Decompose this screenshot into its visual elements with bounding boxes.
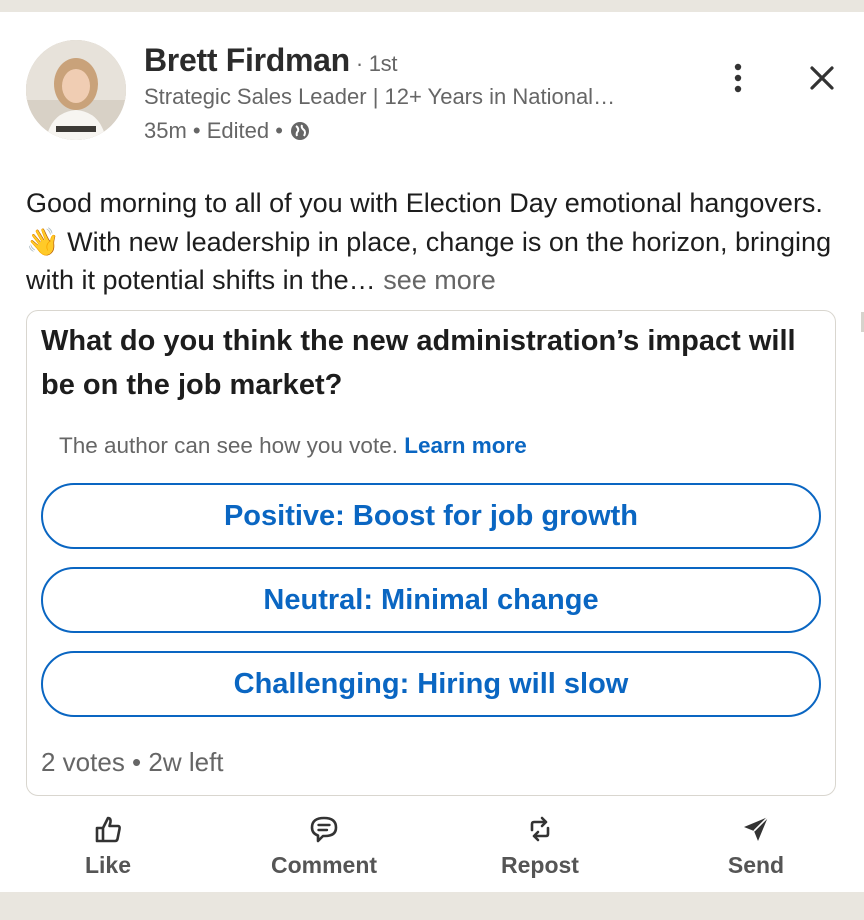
thumbs-up-icon — [95, 816, 121, 843]
like-button[interactable]: Like — [58, 812, 158, 884]
more-vertical-icon — [734, 63, 742, 93]
poll-option-challenging[interactable]: Challenging: Hiring will slow — [41, 651, 821, 717]
author-name[interactable]: Brett Firdman — [144, 42, 350, 78]
connection-degree: · 1st — [355, 51, 398, 76]
avatar-photo — [26, 40, 126, 140]
like-label: Like — [84, 852, 132, 878]
poll-notice: The author can see how you vote. Learn m… — [59, 433, 527, 459]
author-headline: Strategic Sales Leader | 12+ Years in Na… — [144, 84, 616, 109]
send-icon — [744, 816, 769, 841]
globe-icon — [290, 122, 309, 140]
comment-label: Comment — [270, 852, 378, 878]
poll-question: What do you think the new administration… — [41, 325, 796, 401]
poll: What do you think the new administration… — [26, 310, 836, 796]
more-options-button[interactable] — [722, 56, 754, 100]
poll-status: 2 votes • 2w left — [41, 747, 224, 777]
send-label: Send — [727, 852, 785, 878]
repost-icon — [530, 816, 550, 842]
post-timestamp: 35m • Edited • — [144, 118, 283, 143]
close-button[interactable] — [802, 56, 842, 100]
repost-label: Repost — [501, 852, 579, 878]
poll-option-positive[interactable]: Positive: Boost for job growth — [41, 483, 821, 549]
poll-option-neutral[interactable]: Neutral: Minimal change — [41, 567, 821, 633]
post-body: Good morning to all of you with Election… — [26, 184, 846, 300]
close-icon — [810, 66, 834, 90]
post-meta: 35m • Edited • — [144, 118, 311, 144]
author-name-row[interactable]: Brett Firdman · 1st — [144, 42, 398, 79]
post-card: Brett Firdman · 1st Strategic Sales Leade… — [0, 12, 864, 892]
see-more-link[interactable]: see more — [383, 265, 496, 295]
send-button[interactable]: Send — [706, 812, 806, 884]
avatar[interactable] — [26, 40, 126, 140]
learn-more-link[interactable]: Learn more — [404, 433, 527, 458]
repost-button[interactable]: Repost — [480, 812, 600, 884]
poll-notice-text: The author can see how you vote. — [59, 433, 398, 458]
comment-button[interactable]: Comment — [254, 812, 394, 884]
comment-icon — [310, 816, 338, 843]
